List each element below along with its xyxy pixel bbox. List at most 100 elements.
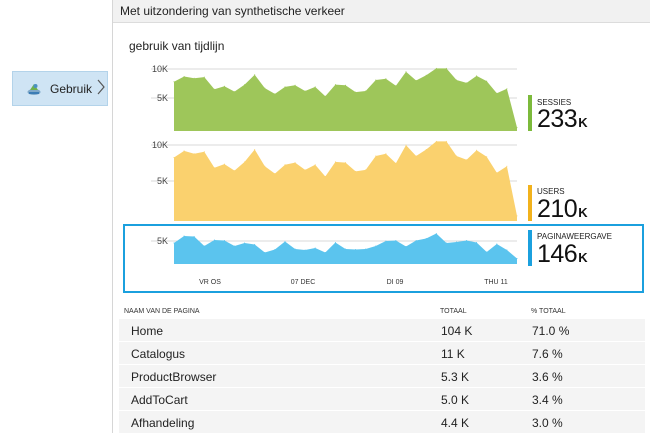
data-point xyxy=(223,85,225,87)
row-page-name: Catalogus xyxy=(131,347,186,361)
kpi-sessions-value: 233K xyxy=(537,105,588,134)
table-row[interactable]: AddToCart 5.0 K 3.4 % xyxy=(119,387,645,410)
data-point xyxy=(486,156,488,158)
data-point xyxy=(193,77,195,79)
data-point xyxy=(294,84,296,86)
data-point xyxy=(425,149,427,150)
row-percent: 3.6 % xyxy=(532,370,563,384)
data-point xyxy=(203,76,205,78)
data-point xyxy=(284,164,286,166)
header-percent-total[interactable]: % TOTAAL xyxy=(531,308,566,315)
data-point xyxy=(435,140,437,142)
data-point xyxy=(234,91,235,93)
data-point xyxy=(223,163,225,165)
data-point xyxy=(466,82,468,84)
data-point xyxy=(324,95,326,97)
data-point xyxy=(486,80,488,82)
row-total: 5.3 K xyxy=(441,370,470,384)
area-users xyxy=(174,141,517,221)
data-point xyxy=(264,87,266,89)
usage-icon xyxy=(26,81,42,97)
table-row[interactable]: Catalogus 11 K 7.6 % xyxy=(119,341,645,364)
data-point xyxy=(445,140,447,142)
data-point xyxy=(456,79,457,81)
y-tick-label: 5K xyxy=(157,93,168,103)
data-point xyxy=(314,164,316,166)
data-point xyxy=(375,155,377,157)
data-point xyxy=(516,215,518,217)
data-point xyxy=(203,151,205,153)
data-point xyxy=(385,78,387,80)
data-point xyxy=(213,88,215,90)
kpi-sessions-unit: K xyxy=(578,115,588,130)
row-total: 4.4 K xyxy=(441,416,470,430)
table-row[interactable]: Home 104 K 71.0 % xyxy=(119,318,645,341)
row-percent: 3.4 % xyxy=(532,393,563,407)
header-page-name[interactable]: NAAM VAN DE PAGINA xyxy=(124,308,200,315)
row-percent: 3.0 % xyxy=(532,416,563,430)
data-point xyxy=(294,162,296,164)
data-point xyxy=(506,165,508,167)
data-point xyxy=(334,84,336,86)
data-point xyxy=(183,76,185,77)
nav-item-gebruik[interactable]: Gebruik xyxy=(12,71,108,106)
kpi-users-number: 210 xyxy=(537,195,578,223)
chevron-right-icon xyxy=(96,78,106,101)
data-point xyxy=(425,74,427,76)
data-point xyxy=(405,144,407,146)
kpi-sessions-bar xyxy=(528,95,532,131)
data-point xyxy=(304,169,306,171)
row-percent: 7.6 % xyxy=(532,347,563,361)
row-total: 104 K xyxy=(441,324,473,338)
data-point xyxy=(476,149,478,151)
data-point xyxy=(405,71,407,73)
data-point xyxy=(314,86,316,88)
header-total[interactable]: TOTAAL xyxy=(440,308,467,315)
table-row[interactable]: ProductBrowser 5.3 K 3.6 % xyxy=(119,364,645,387)
table-row[interactable]: Afhandeling 4.4 K 3.0 % xyxy=(119,410,645,433)
data-point xyxy=(385,153,387,155)
y-tick-label: 5K xyxy=(157,176,168,186)
y-tick-label: 10K xyxy=(152,140,168,150)
usage-blade: Met uitzondering van synthetische verkee… xyxy=(113,0,650,433)
data-point xyxy=(435,67,437,69)
row-page-name: Home xyxy=(131,324,164,338)
data-point xyxy=(284,86,286,88)
data-point xyxy=(274,173,276,175)
kpi-users-bar xyxy=(528,185,532,221)
data-point xyxy=(496,172,498,174)
data-point xyxy=(476,75,478,77)
row-total: 11 K xyxy=(441,347,465,361)
data-point xyxy=(395,85,397,87)
data-point xyxy=(415,80,417,81)
left-pane: Gebruik xyxy=(0,0,112,433)
nav-item-label: Gebruik xyxy=(50,82,93,96)
data-point xyxy=(496,92,498,94)
data-point xyxy=(173,157,175,158)
data-point xyxy=(345,84,346,86)
data-point xyxy=(355,91,357,93)
data-point xyxy=(395,162,397,164)
data-point xyxy=(365,90,367,92)
data-point xyxy=(234,170,235,172)
data-point xyxy=(516,127,518,128)
data-point xyxy=(456,155,457,157)
data-point xyxy=(466,159,468,161)
pageviews-selection-highlight[interactable] xyxy=(123,224,644,293)
data-point xyxy=(445,67,447,69)
data-point xyxy=(254,74,256,76)
data-point xyxy=(254,149,256,150)
data-point xyxy=(183,150,185,152)
row-page-name: ProductBrowser xyxy=(131,370,217,384)
data-point xyxy=(173,81,175,83)
data-point xyxy=(244,84,246,86)
data-point xyxy=(213,167,215,169)
kpi-sessions-number: 233 xyxy=(537,105,578,133)
data-point xyxy=(274,93,276,95)
data-point xyxy=(375,79,377,81)
data-point xyxy=(355,170,357,172)
row-percent: 71.0 % xyxy=(532,324,570,338)
data-point xyxy=(324,176,326,177)
kpi-users-value: 210K xyxy=(537,195,588,224)
y-tick-label: 10K xyxy=(152,64,168,74)
